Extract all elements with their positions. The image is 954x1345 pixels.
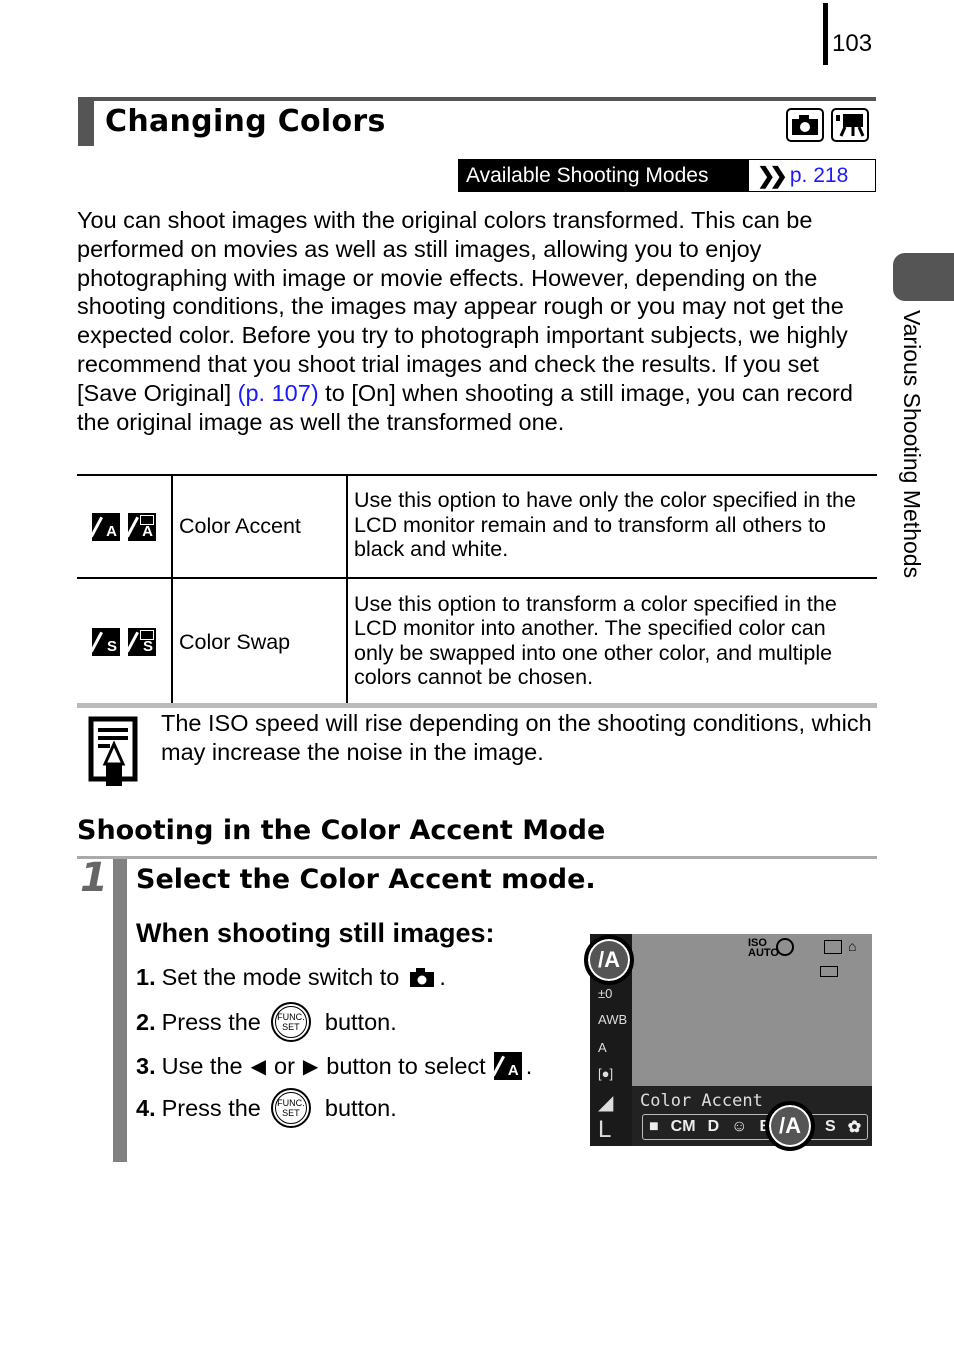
option-name: Color Accent — [171, 474, 347, 579]
instruction-item: 1. Set the mode switch to . — [136, 964, 446, 990]
double-chevron-icon: ❯❯ — [757, 162, 788, 188]
color-swap-movie-icon: S — [126, 628, 156, 656]
instruction-item: 2. Press the FUNC. SET button. — [136, 1002, 397, 1042]
color-accent-icon: A — [491, 1052, 522, 1080]
camera-still-icon — [409, 967, 435, 988]
camera-still-icon — [786, 108, 824, 142]
effect-icon: ✿ — [847, 1119, 862, 1136]
func-set-button-icon: FUNC. SET — [270, 1002, 311, 1042]
still-images-subheading: When shooting still images: — [136, 918, 495, 948]
step-bar — [113, 859, 127, 1162]
table-row: AA Color Accent Use this option to have … — [77, 474, 877, 579]
option-name: Color Swap — [171, 577, 347, 707]
func-set-button-icon: FUNC. SET — [270, 1088, 311, 1128]
step-title: Select the Color Accent mode. — [136, 864, 596, 895]
page-number: 103 — [832, 30, 873, 57]
left-arrow-icon: ◀ — [250, 1055, 266, 1078]
movie-camera-icon — [831, 108, 869, 142]
lcd-viewfinder: ISO AUTO ⌂ — [632, 934, 872, 1086]
frame-icon — [824, 940, 842, 954]
section-rule — [77, 856, 877, 859]
option-icons: AA — [77, 474, 172, 579]
memo-pencil-icon — [88, 716, 140, 788]
color-swap-still-icon: S — [90, 628, 120, 656]
note-rule — [77, 703, 877, 708]
step-number: 1 — [80, 855, 108, 901]
color-accent-still-icon: A — [90, 512, 120, 541]
iso-auto-icon: ISO AUTO — [748, 937, 779, 959]
battery-icon — [820, 966, 838, 977]
lcd-mode-bar: ■ CM D ☺ B S ✿ — [642, 1114, 868, 1140]
chapter-tab — [893, 253, 954, 301]
table-row: SS Color Swap Use this option to transfo… — [77, 577, 877, 707]
page-number-rule — [823, 3, 828, 65]
instruction-item: 3. Use the ◀ or ▶ button to select A. — [136, 1052, 533, 1080]
intro-paragraph: You can shoot images with the original c… — [77, 207, 853, 435]
color-accent-movie-icon: A — [126, 512, 156, 541]
note-text: The ISO speed will rise depending on the… — [161, 710, 872, 765]
option-description: Use this option to have only the color s… — [346, 474, 877, 579]
option-icons: SS — [77, 577, 172, 707]
page-ref-text[interactable]: p. 218 — [790, 164, 848, 188]
available-shooting-modes-box: Available Shooting Modes ❯❯ p. 218 — [458, 159, 876, 192]
portrait-icon: ☺ — [731, 1118, 748, 1135]
chapter-label: Various Shooting Methods — [899, 310, 925, 579]
section-heading: Shooting in the Color Accent Mode — [77, 815, 606, 846]
available-shooting-modes-label: Available Shooting Modes — [459, 160, 749, 191]
page-title: Changing Colors — [105, 104, 386, 139]
title-accent-bar — [78, 101, 94, 146]
color-accent-highlight-icon: / A — [765, 1101, 815, 1151]
lock-icon: ⌂ — [848, 938, 857, 954]
flash-off-icon — [776, 938, 794, 956]
lcd-mode-label: Color Accent — [640, 1091, 763, 1111]
right-arrow-icon: ▶ — [302, 1055, 319, 1078]
color-accent-highlight-icon: / A — [584, 935, 634, 985]
page-ref-link[interactable]: ❯❯ p. 218 — [749, 160, 848, 191]
instruction-item: 4. Press the FUNC. SET button. — [136, 1088, 397, 1128]
options-table: AA Color Accent Use this option to have … — [77, 474, 877, 707]
title-rule — [78, 97, 876, 101]
camera-icon: ■ — [649, 1118, 659, 1135]
option-description: Use this option to transform a color spe… — [346, 577, 877, 707]
save-original-link[interactable]: (p. 107) — [238, 380, 319, 406]
